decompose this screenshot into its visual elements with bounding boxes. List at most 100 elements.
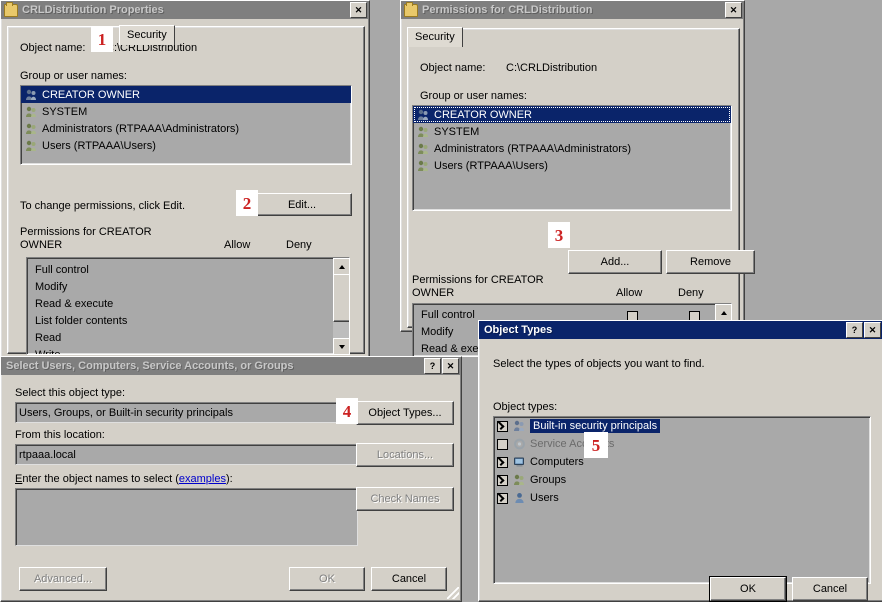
computers-checkbox[interactable]	[497, 456, 508, 468]
permissions-scrollbar[interactable]	[333, 258, 349, 354]
annotation-1-label: 1	[97, 29, 107, 49]
permissions-titlebar[interactable]: Permissions for CRLDistribution ✕	[401, 1, 744, 19]
permission-label: Full control	[421, 309, 475, 321]
list-item-label: Groups	[530, 474, 567, 486]
add-button[interactable]: Add...	[568, 250, 662, 274]
object-types-titlebar[interactable]: Object Types ? ✕	[479, 321, 882, 339]
list-item-computers[interactable]: Computers	[494, 453, 870, 471]
users-checkbox[interactable]	[497, 492, 508, 504]
deny-column-header: Deny	[286, 239, 312, 251]
examples-link[interactable]: examples	[179, 473, 226, 485]
permission-label: Read	[35, 332, 62, 344]
allow-column-header: Allow	[616, 287, 643, 299]
list-item[interactable]: Administrators (RTPAAA\Administrators)	[413, 140, 731, 157]
deny-column-header: Deny	[678, 287, 704, 299]
list-item-label: SYSTEM	[42, 105, 88, 118]
groups-checkbox[interactable]	[497, 474, 508, 486]
list-item-label: Computers	[530, 456, 584, 468]
annotation-3-label: 3	[554, 225, 564, 245]
tab-security[interactable]: Security	[119, 25, 175, 45]
close-icon[interactable]: ✕	[350, 2, 367, 18]
select-users-dialog[interactable]: Select Users, Computers, Service Account…	[0, 356, 462, 602]
list-item-label: SYSTEM	[434, 125, 480, 138]
cancel-button[interactable]: Cancel	[792, 577, 868, 601]
close-icon[interactable]: ✕	[725, 2, 742, 18]
object-type-field[interactable]: Users, Groups, or Built-in security prin…	[15, 402, 344, 423]
users-group-icon	[25, 89, 38, 101]
allow-column-header: Allow	[224, 239, 251, 251]
folder-icon	[404, 1, 418, 17]
list-item-users[interactable]: Users	[494, 489, 870, 507]
builtin-security-principals-checkbox[interactable]	[497, 420, 508, 432]
users-group-icon	[513, 420, 526, 432]
list-item-groups[interactable]: Groups	[494, 471, 870, 489]
annotation-2-label: 2	[242, 193, 252, 213]
cancel-button[interactable]: Cancel	[371, 567, 447, 591]
object-types-dialog[interactable]: Object Types ? ✕ Select the types of obj…	[478, 320, 882, 602]
object-types-title: Object Types	[484, 324, 553, 336]
annotation-4-label: 4	[342, 401, 352, 421]
users-group-icon	[417, 143, 430, 155]
annotation-5: 5	[584, 432, 608, 458]
help-icon[interactable]: ?	[846, 322, 863, 338]
object-name-label: Object name:	[420, 62, 486, 74]
enter-names-text-post: ):	[225, 473, 233, 485]
list-item[interactable]: Users (RTPAAA\Users)	[21, 137, 351, 154]
select-users-titlebar[interactable]: Select Users, Computers, Service Account…	[1, 357, 461, 375]
close-icon[interactable]: ✕	[864, 322, 881, 338]
list-item[interactable]: Users (RTPAAA\Users)	[413, 157, 731, 174]
list-item-label: CREATOR OWNER	[434, 108, 532, 121]
tab-security[interactable]: Security	[407, 27, 463, 47]
edit-button[interactable]: Edit...	[252, 193, 352, 216]
permission-label: Write	[35, 349, 61, 355]
resize-grip[interactable]	[447, 587, 459, 599]
check-names-button[interactable]: Check Names	[356, 487, 454, 511]
permission-label: Modify	[421, 326, 454, 338]
permission-label: List folder contents	[35, 315, 128, 327]
annotation-2: 2	[236, 190, 258, 216]
object-names-input[interactable]	[15, 488, 358, 546]
list-item-label: CREATOR OWNER	[42, 88, 140, 101]
list-item[interactable]: SYSTEM	[413, 123, 731, 140]
enter-names-label: Enter the object names to select (exampl…	[15, 473, 233, 485]
folder-icon	[4, 1, 18, 17]
object-types-instruction: Select the types of objects you want to …	[493, 358, 705, 370]
location-field[interactable]: rtpaaa.local	[15, 444, 358, 465]
permissions-title: Permissions for CRLDistribution	[422, 4, 593, 16]
list-item-label: Users (RTPAAA\Users)	[434, 159, 548, 172]
ok-button[interactable]: OK	[710, 577, 786, 601]
group-or-user-names-list[interactable]: CREATOR OWNER SYSTEM Administrators (RTP…	[412, 105, 732, 211]
annotation-5-label: 5	[591, 435, 601, 455]
group-or-user-names-label: Group or user names:	[420, 90, 527, 102]
list-item-label: Users (RTPAAA\Users)	[42, 139, 156, 152]
object-types-button[interactable]: Object Types...	[356, 401, 454, 425]
list-item[interactable]: CREATOR OWNER	[413, 106, 731, 123]
group-or-user-names-list[interactable]: CREATOR OWNER SYSTEM Administrators (RTP…	[20, 85, 352, 165]
locations-button[interactable]: Locations...	[356, 443, 454, 467]
ok-button[interactable]: OK	[289, 567, 365, 591]
list-item[interactable]: Administrators (RTPAAA\Administrators)	[21, 120, 351, 137]
list-item-builtin-security-principals[interactable]: Built-in security principals	[494, 417, 870, 435]
scrollbar-thumb[interactable]	[333, 274, 349, 322]
service-accounts-checkbox[interactable]	[497, 438, 508, 450]
enter-names-text: nter the object names to select (	[22, 473, 179, 485]
users-group-icon	[25, 123, 38, 135]
object-name-value: C:\CRLDistribution	[506, 62, 598, 74]
crldistribution-properties-dialog[interactable]: CRLDistribution Properties ✕ General Sha…	[0, 0, 370, 360]
properties-tab-panel: Object name: C:\CRLDistribution Group or…	[7, 26, 365, 355]
advanced-button[interactable]: Advanced...	[19, 567, 107, 591]
permissions-for-crldistribution-dialog[interactable]: Permissions for CRLDistribution ✕ Securi…	[400, 0, 755, 357]
object-types-list[interactable]: Built-in security principals Service Acc…	[493, 416, 871, 584]
permissions-for-label-line1: Permissions for CREATOR	[20, 226, 152, 238]
list-item[interactable]: SYSTEM	[21, 103, 351, 120]
list-item-service-accounts[interactable]: Service Accounts	[494, 435, 870, 453]
remove-button[interactable]: Remove	[666, 250, 755, 274]
close-icon[interactable]: ✕	[442, 358, 459, 374]
permissions-list[interactable]: Full control Modify Read & execute List …	[26, 257, 350, 355]
object-types-list-label: Object types:	[493, 401, 558, 413]
help-icon[interactable]: ?	[424, 358, 441, 374]
object-type-value: Users, Groups, or Built-in security prin…	[19, 406, 233, 419]
properties-titlebar[interactable]: CRLDistribution Properties ✕	[1, 1, 369, 19]
list-item[interactable]: CREATOR OWNER	[21, 86, 351, 103]
scroll-down-icon[interactable]	[333, 338, 349, 354]
